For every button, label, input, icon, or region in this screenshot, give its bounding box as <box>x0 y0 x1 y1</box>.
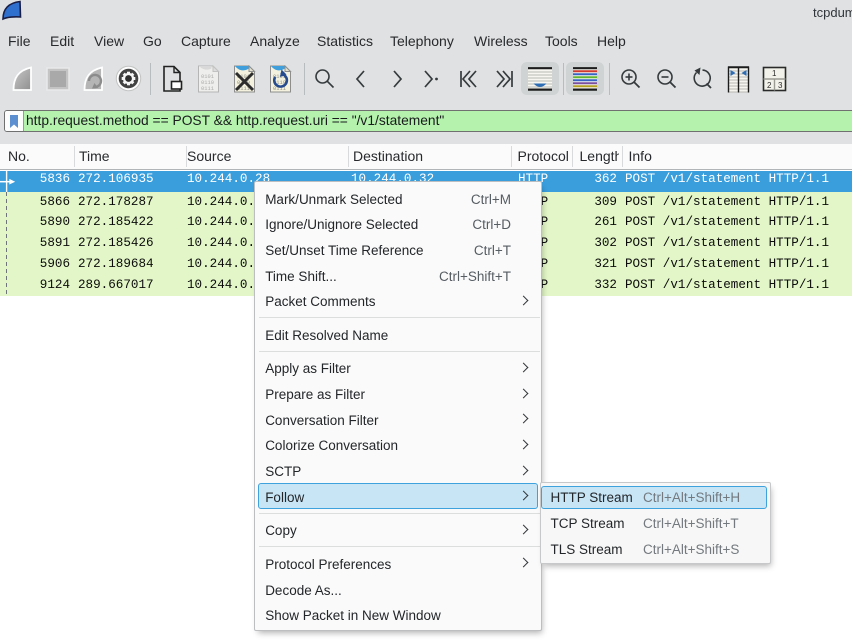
svg-text:2: 2 <box>767 81 772 90</box>
svg-text:0111: 0111 <box>201 86 214 92</box>
svg-text:1: 1 <box>772 69 777 78</box>
svg-text:3: 3 <box>778 81 783 90</box>
